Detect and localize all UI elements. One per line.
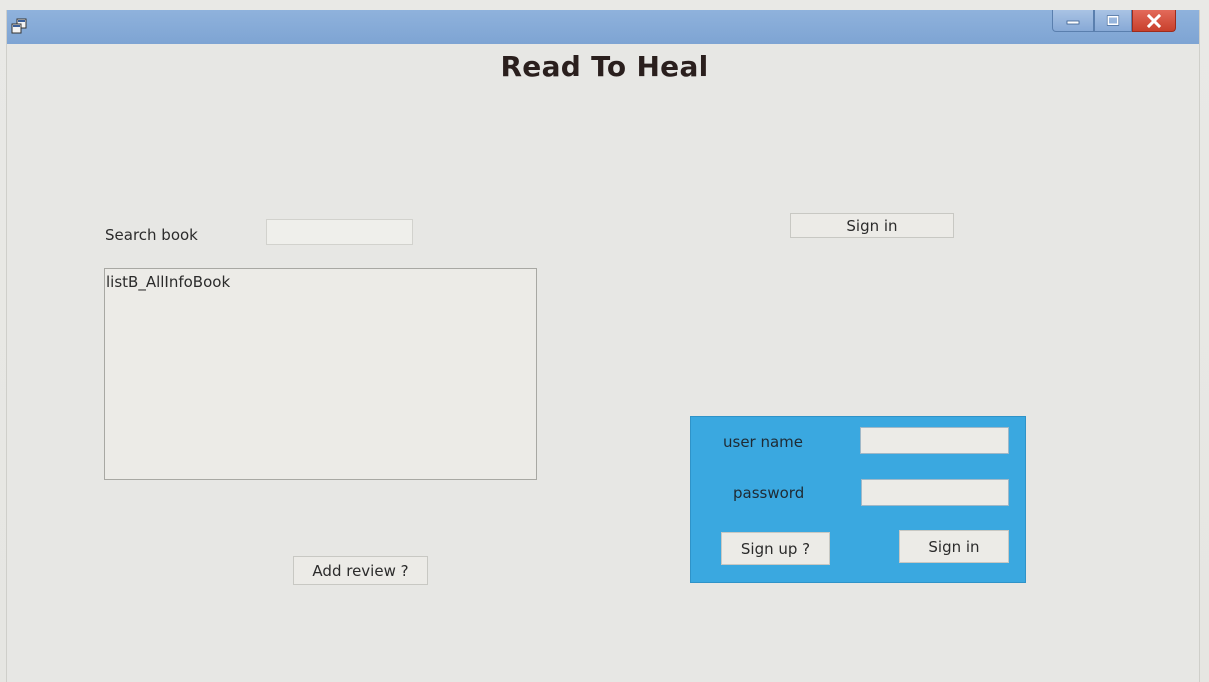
sign-in-button[interactable]: Sign in: [899, 530, 1009, 563]
close-button[interactable]: [1132, 10, 1176, 32]
book-list[interactable]: listB_AllInfoBook: [104, 268, 537, 480]
list-item[interactable]: listB_AllInfoBook: [106, 273, 536, 291]
username-input[interactable]: [860, 427, 1009, 454]
minimize-button[interactable]: [1052, 10, 1094, 32]
search-book-label: Search book: [105, 226, 198, 244]
login-panel: user name password Sign up ? Sign in: [690, 416, 1026, 583]
page-title: Read To Heal: [500, 50, 709, 83]
maximize-button[interactable]: [1094, 10, 1132, 32]
username-label: user name: [723, 433, 804, 451]
password-label: password: [733, 484, 805, 502]
top-sign-in-button[interactable]: Sign in: [790, 213, 954, 238]
search-book-input[interactable]: [266, 219, 413, 245]
sign-up-button[interactable]: Sign up ?: [721, 532, 830, 565]
minimize-icon: [1066, 20, 1080, 24]
password-input[interactable]: [861, 479, 1009, 506]
maximize-icon: [1106, 14, 1120, 26]
close-icon: [1147, 13, 1161, 28]
title-bar[interactable]: [7, 10, 1199, 44]
app-icon: [11, 18, 27, 34]
add-review-button[interactable]: Add review ?: [293, 556, 428, 585]
